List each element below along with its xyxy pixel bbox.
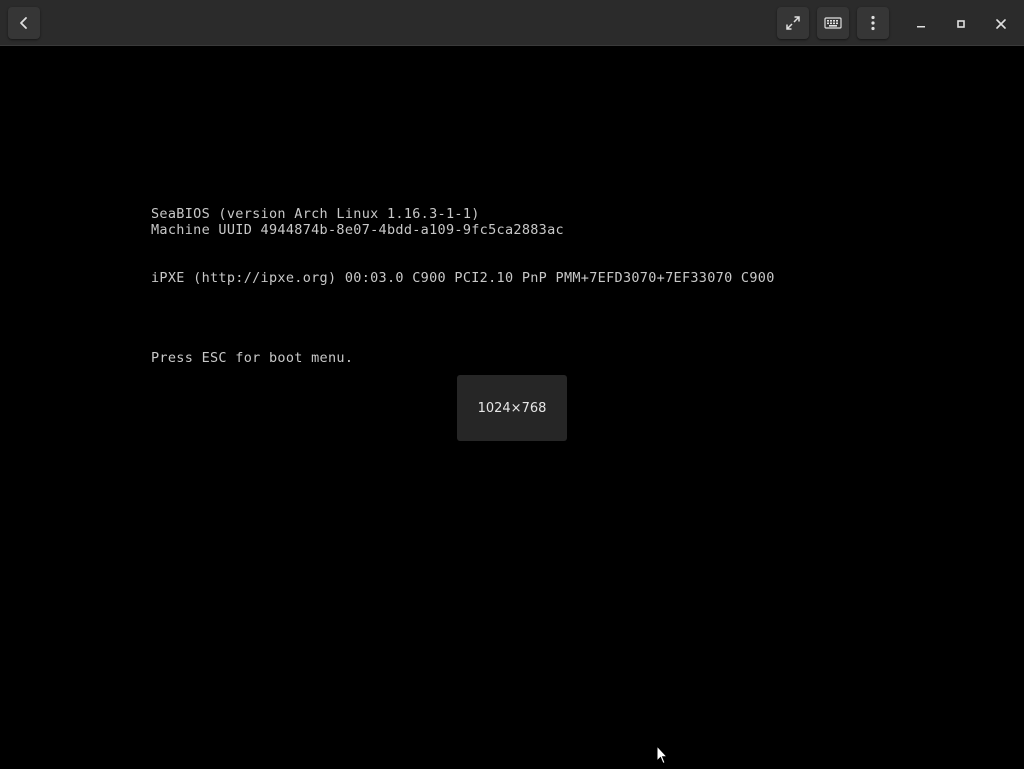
console-line-boot-menu: Press ESC for boot menu. [151, 350, 354, 366]
vertical-dots-icon [870, 15, 876, 31]
menu-button[interactable] [857, 7, 889, 39]
close-button[interactable] [987, 9, 1015, 37]
title-bar [0, 0, 1024, 46]
minimize-button[interactable] [907, 9, 935, 37]
expand-arrows-icon [785, 15, 801, 31]
mouse-pointer-icon [656, 744, 669, 769]
maximize-icon [956, 14, 966, 33]
console-line-ipxe: iPXE (http://ipxe.org) 00:03.0 C900 PCI2… [151, 270, 775, 286]
close-icon [996, 14, 1006, 33]
keyboard-icon [824, 16, 842, 30]
chevron-left-icon [17, 16, 31, 30]
resolution-overlay: 1024×768 [457, 375, 567, 441]
console-line-seabios: SeaBIOS (version Arch Linux 1.16.3-1-1) [151, 206, 480, 222]
back-button[interactable] [8, 7, 40, 39]
resolution-label: 1024×768 [477, 400, 547, 416]
maximize-button[interactable] [947, 9, 975, 37]
console-line-uuid: Machine UUID 4944874b-8e07-4bdd-a109-9fc… [151, 222, 564, 238]
fullscreen-button[interactable] [777, 7, 809, 39]
keyboard-button[interactable] [817, 7, 849, 39]
minimize-icon [916, 14, 926, 33]
